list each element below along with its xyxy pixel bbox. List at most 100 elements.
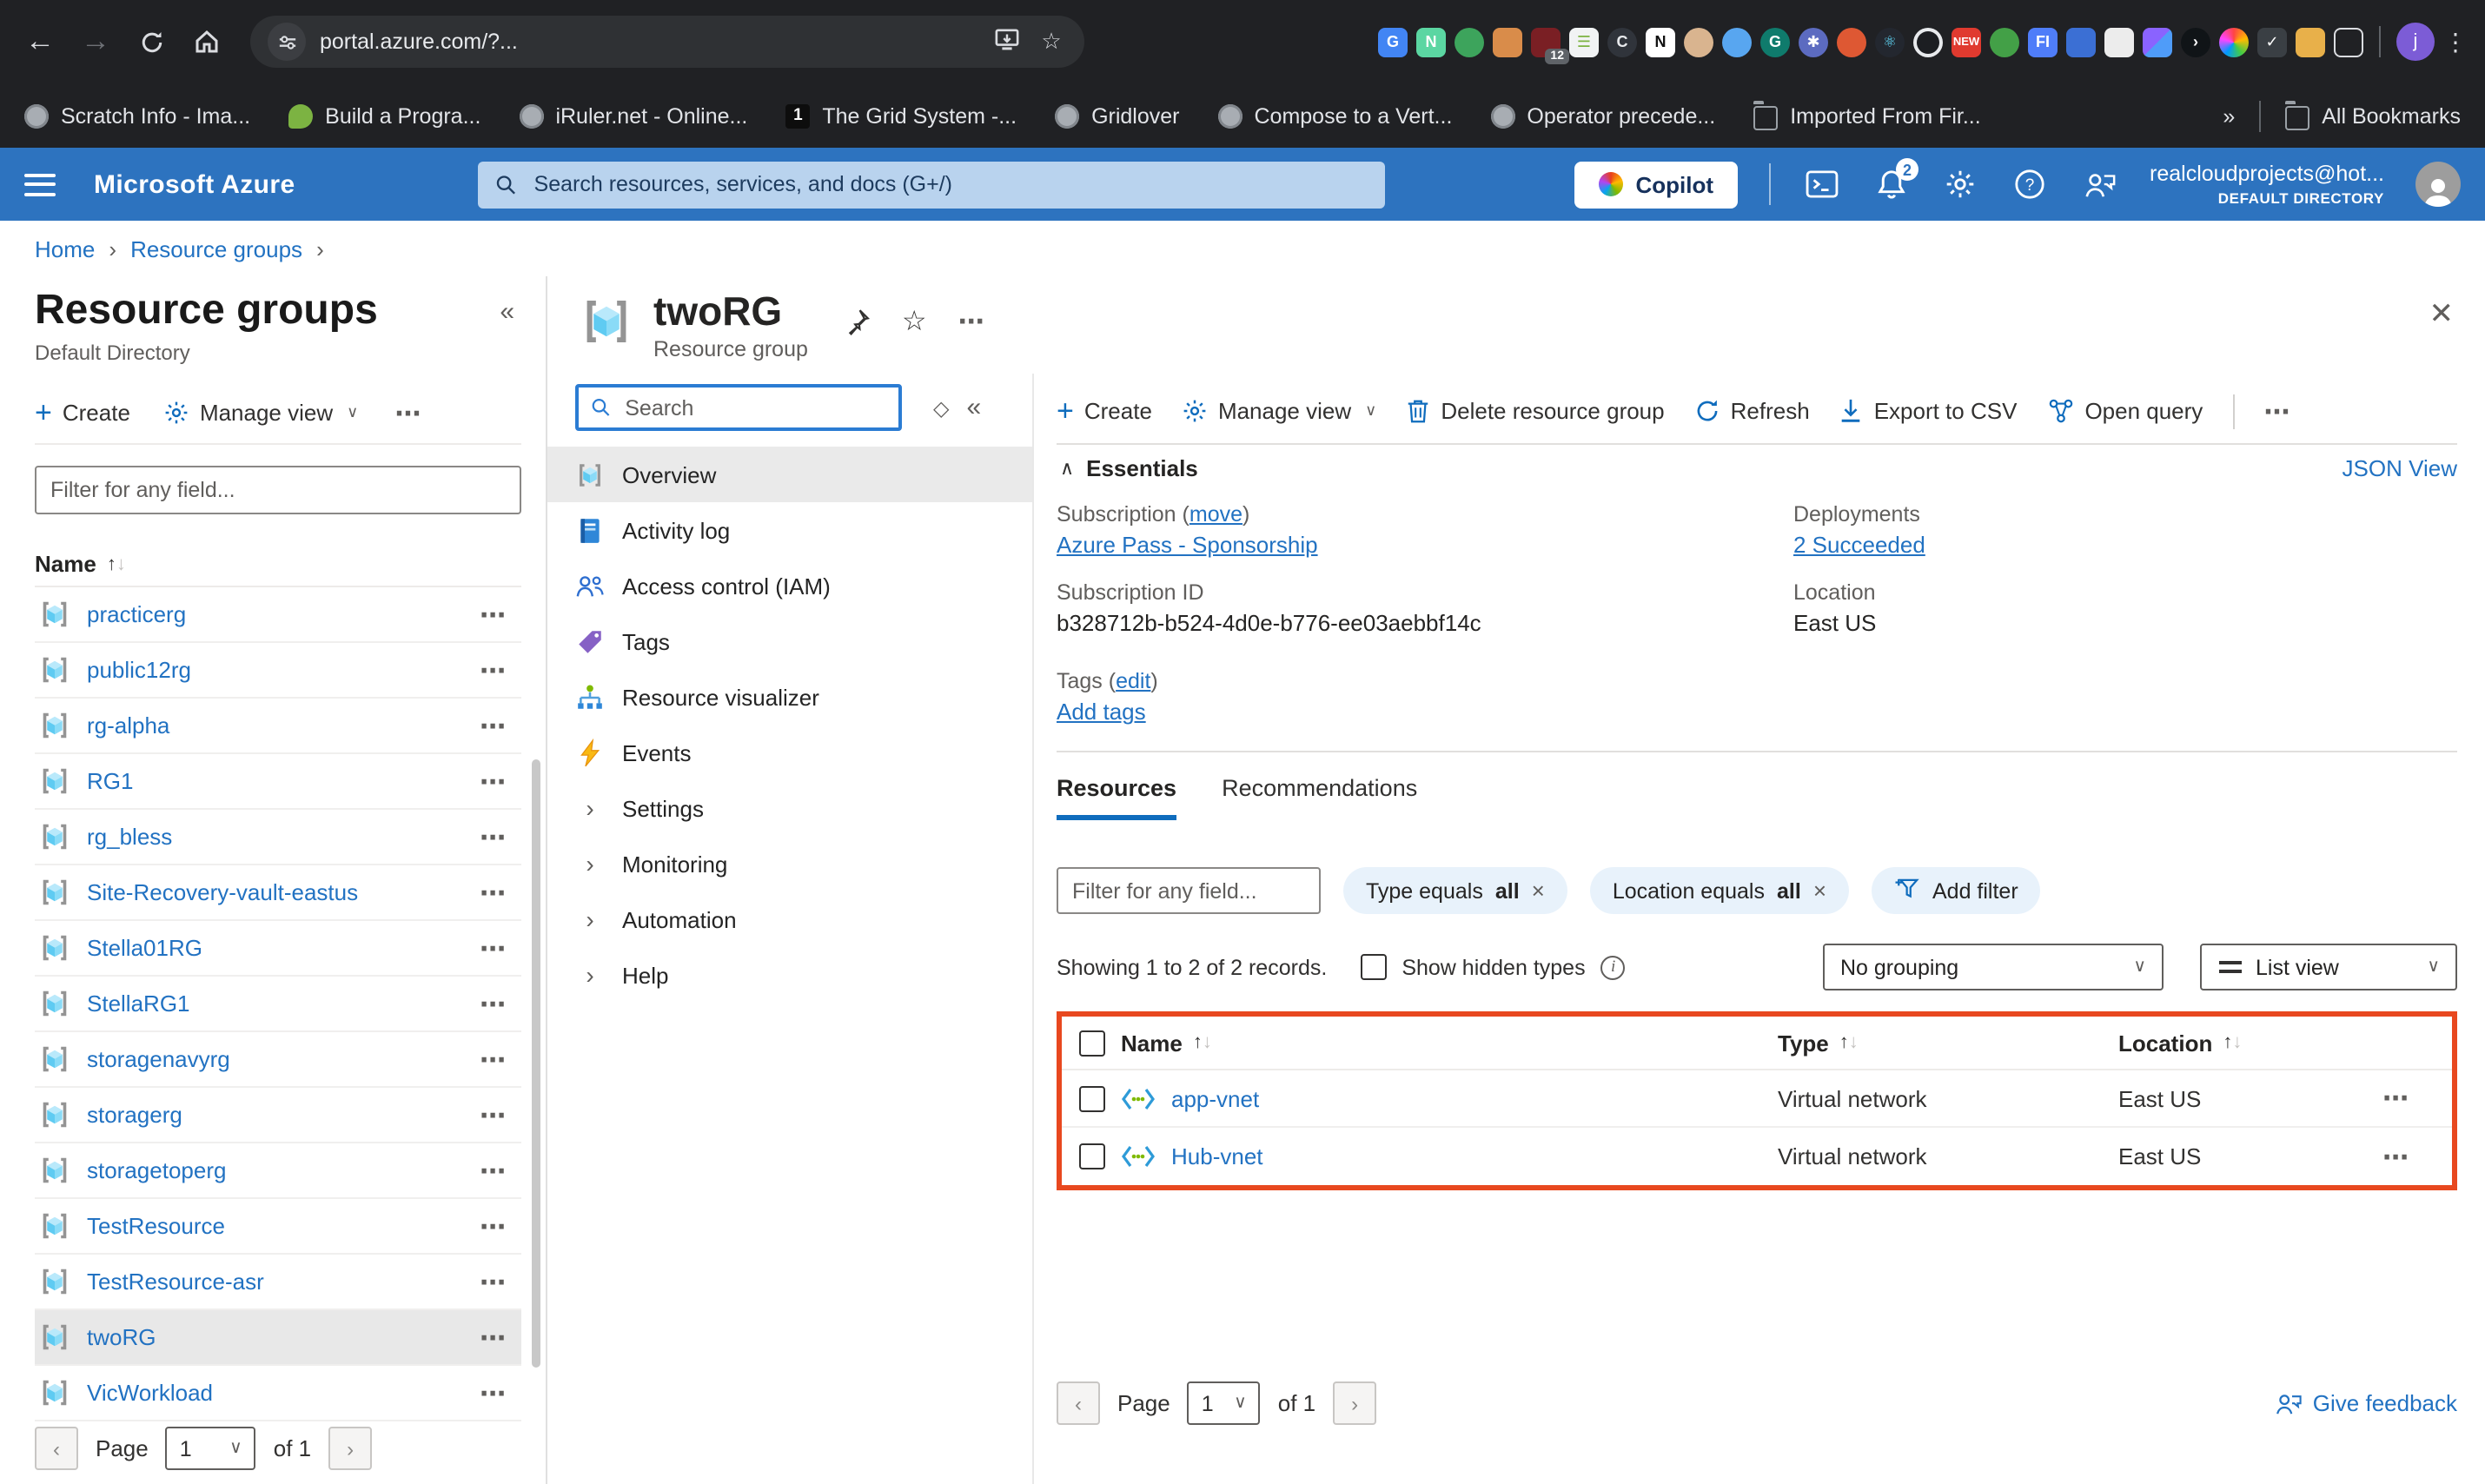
delete-resource-group-button[interactable]: Delete resource group [1406,398,1664,424]
resource-group-link[interactable]: Site-Recovery-vault-eastus [87,879,464,905]
address-bar[interactable]: portal.azure.com/?... ☆ [250,16,1084,68]
reload-icon[interactable] [129,19,174,64]
show-hidden-checkbox[interactable] [1360,954,1386,980]
resource-group-link[interactable]: twoRG [87,1324,464,1350]
prev-page-button[interactable]: ‹ [35,1427,78,1470]
resource-group-link[interactable]: storagenavyrg [87,1046,464,1072]
n-extension-icon[interactable]: N [1416,27,1446,56]
resource-group-link[interactable]: VicWorkload [87,1380,464,1406]
quote-extension-icon[interactable]: › [2181,27,2210,56]
menu-group-monitoring[interactable]: › Monitoring [547,836,1032,891]
new-extension-icon[interactable]: NEW [1952,27,1981,56]
global-search[interactable] [478,161,1385,208]
close-blade-icon[interactable]: ✕ [2429,297,2455,332]
add-filter-button[interactable]: Add filter [1872,867,2041,914]
feedback-icon[interactable] [2080,165,2118,203]
resource-group-link[interactable]: practicerg [87,601,464,627]
global-search-input[interactable] [531,170,1368,198]
add-tags-link[interactable]: Add tags [1057,699,1146,725]
pin-icon[interactable] [843,308,871,335]
browser-menu-icon[interactable]: ⋮ [2443,27,2468,56]
resource-group-row[interactable]: TestResource ⋯ [35,1199,521,1255]
column-name[interactable]: Name ↑↓ [1121,1030,1778,1056]
json-view-link[interactable]: JSON View [2343,455,2457,481]
all-bookmarks-button[interactable]: All Bookmarks [2285,102,2461,129]
row-checkbox[interactable] [1079,1143,1105,1169]
resource-group-link[interactable]: rg-alpha [87,712,464,739]
resource-group-link[interactable]: TestResource-asr [87,1269,464,1295]
essentials-heading[interactable]: Essentials [1086,455,1198,481]
filter-pill[interactable]: Location equals all × [1590,867,1849,914]
resource-group-row[interactable]: practicerg ⋯ [35,587,521,643]
manage-view-button[interactable]: Manage view ∨ [163,400,358,426]
row-more-icon[interactable]: ⋯ [480,1099,507,1130]
ghost-extension-icon[interactable] [1722,27,1752,56]
evernote-extension-icon[interactable] [1455,27,1484,56]
sidebar-filter-input[interactable] [35,466,521,514]
site-settings-icon[interactable] [268,23,306,61]
row-more-icon[interactable]: ⋯ [480,1377,507,1408]
browser-profile-avatar[interactable]: j [2396,23,2435,61]
resource-group-row[interactable]: public12rg ⋯ [35,643,521,699]
bookmark-item[interactable]: Imported From Fir... [1753,102,1981,129]
column-type[interactable]: Type ↑↓ [1778,1030,2118,1056]
row-more-icon[interactable]: ⋯ [480,1266,507,1297]
copilot-button[interactable]: Copilot [1575,161,1739,208]
row-more-icon[interactable]: ⋯ [480,932,507,964]
row-more-icon[interactable]: ⋯ [480,821,507,852]
select-all-checkbox[interactable] [1079,1030,1105,1056]
bookmark-item[interactable]: Build a Progra... [288,103,480,128]
back-icon[interactable]: ← [17,19,63,64]
view-dropdown[interactable]: List view ∨ [2200,944,2457,990]
resource-group-row[interactable]: rg-alpha ⋯ [35,699,521,754]
rings-extension-icon[interactable] [1913,27,1943,56]
notifications-icon[interactable]: 2 [1872,165,1910,203]
resource-row[interactable]: Hub-vnet Virtual network East US ⋯ [1062,1128,2452,1185]
show-hidden-label[interactable]: Show hidden types [1402,955,1585,979]
menu-group-settings[interactable]: › Settings [547,780,1032,836]
bookmarks-overflow-icon[interactable]: » [2223,103,2235,128]
folder-extension-icon[interactable] [2296,27,2325,56]
resource-group-link[interactable]: StellaRG1 [87,990,464,1017]
menu-item-overview[interactable]: Overview [547,447,1032,502]
menu-group-help[interactable]: › Help [547,947,1032,1003]
page-select[interactable]: 1 ∨ [1188,1381,1261,1425]
help-icon[interactable]: ? [2011,165,2049,203]
bookmark-item[interactable]: The Grid System -... [785,103,1017,128]
asterisk-extension-icon[interactable]: ✱ [1799,27,1828,56]
resource-group-row[interactable]: storagerg ⋯ [35,1088,521,1143]
notebook-extension-icon[interactable] [1493,27,1522,56]
remove-filter-icon[interactable]: × [1532,878,1545,904]
azure-brand[interactable]: Microsoft Azure [94,169,295,199]
subscription-link[interactable]: Azure Pass - Sponsorship [1057,532,1318,558]
resource-link[interactable]: app-vnet [1171,1085,1259,1111]
resource-group-row[interactable]: twoRG ⋯ [35,1310,521,1366]
resource-group-row[interactable]: rg_bless ⋯ [35,810,521,865]
page-select[interactable]: 1 ∨ [166,1427,256,1470]
url-text[interactable]: portal.azure.com/?... [320,30,977,54]
resource-group-link[interactable]: storagetoperg [87,1157,464,1183]
camera-extension-icon[interactable] [2219,27,2249,56]
row-more-icon[interactable]: ⋯ [480,1043,507,1075]
row-more-icon[interactable]: ⋯ [480,988,507,1019]
resource-group-row[interactable]: StellaRG1 ⋯ [35,977,521,1032]
resource-group-row[interactable]: TestResource-asr ⋯ [35,1255,521,1310]
tab-resources[interactable]: Resources [1057,775,1176,820]
mantis-extension-icon[interactable] [1990,27,2019,56]
menu-item-activity-log[interactable]: Activity log [547,502,1032,558]
resource-group-link[interactable]: public12rg [87,657,464,683]
create-button[interactable]: + Create [1057,396,1152,426]
row-more-icon[interactable]: ⋯ [2382,1083,2452,1114]
account-info[interactable]: realcloudprojects@hot... DEFAULT DIRECTO… [2150,162,2384,208]
c-extension-icon[interactable]: C [1607,27,1637,56]
bookmark-star-icon[interactable]: ☆ [1036,28,1067,56]
next-page-button[interactable]: › [1333,1381,1376,1425]
manage-view-button[interactable]: Manage view ∨ [1182,398,1376,424]
collapse-menu-icon[interactable]: « [966,393,981,422]
deployments-link[interactable]: 2 Succeeded [1793,532,1925,558]
menu-group-automation[interactable]: › Automation [547,891,1032,947]
settings-gear-icon[interactable] [1941,165,1979,203]
grid-extension-icon[interactable] [2143,27,2172,56]
menu-item-tags[interactable]: Tags [547,613,1032,669]
breadcrumb-resource-groups[interactable]: Resource groups [130,235,302,262]
